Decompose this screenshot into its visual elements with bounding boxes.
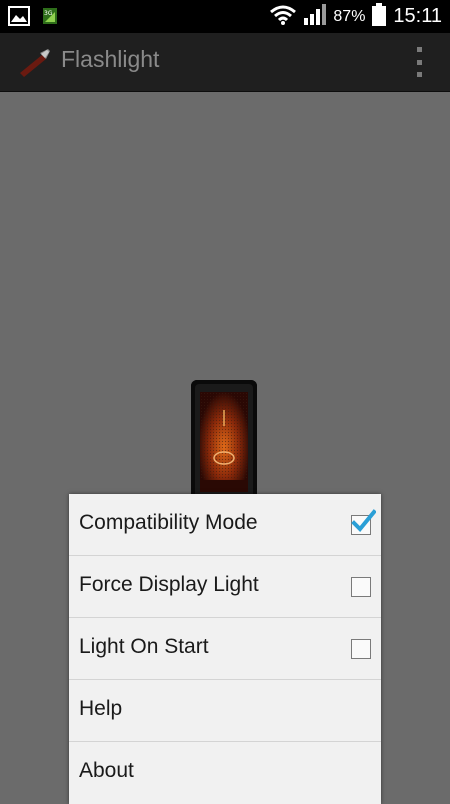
menu-item-help[interactable]: Help (69, 680, 381, 742)
status-clock: 15:11 (393, 5, 442, 27)
action-bar: Flashlight (0, 33, 450, 92)
menu-item-about[interactable]: About (69, 742, 381, 803)
menu-item-label: Force Display Light (79, 573, 259, 596)
menu-item-force-display-light[interactable]: Force Display Light (69, 556, 381, 618)
menu-item-label: Compatibility Mode (79, 511, 258, 534)
gallery-notification-icon (8, 6, 30, 30)
wifi-icon (269, 4, 297, 30)
menu-item-compatibility-mode[interactable]: Compatibility Mode (69, 494, 381, 556)
network-type-icon: 3G (42, 7, 58, 29)
flashlight-logo-icon[interactable] (16, 47, 52, 77)
options-menu: Compatibility Mode Force Display Light L… (69, 494, 381, 804)
checkmark-icon (351, 509, 376, 532)
menu-item-label: Light On Start (79, 635, 209, 658)
battery-percent: 87% (333, 7, 366, 25)
signal-icon (303, 3, 327, 30)
menu-item-label: Help (79, 697, 123, 720)
compatibility-mode-checkbox[interactable] (351, 509, 376, 535)
battery-icon (371, 2, 387, 31)
power-switch[interactable] (191, 380, 257, 510)
menu-item-label: About (79, 759, 134, 782)
app-title: Flashlight (61, 46, 160, 72)
network-type-label: 3G (44, 10, 53, 17)
overflow-menu-icon[interactable] (414, 47, 424, 77)
force-display-light-checkbox[interactable] (351, 577, 371, 597)
status-bar: 3G 87% 15:11 (0, 0, 450, 33)
menu-item-light-on-start[interactable]: Light On Start (69, 618, 381, 680)
light-on-start-checkbox[interactable] (351, 639, 371, 659)
